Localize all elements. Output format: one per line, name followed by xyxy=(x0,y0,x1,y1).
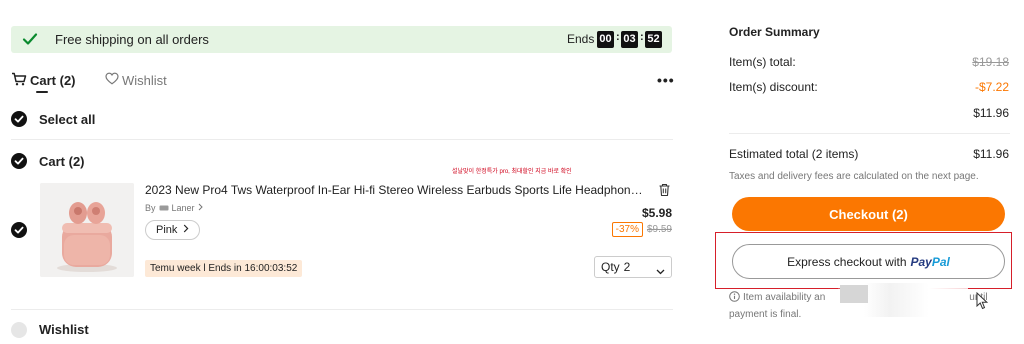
select-all-checkbox[interactable] xyxy=(11,111,27,127)
timer-separator: : xyxy=(616,31,620,43)
discount-badge: -37% xyxy=(611,222,643,237)
original-price: $9.59 xyxy=(646,224,672,235)
divider xyxy=(11,139,673,140)
variant-label: Pink xyxy=(156,224,178,236)
variant-selector[interactable]: Pink xyxy=(145,220,201,240)
promo-tag: Temu week l Ends in 16:00:03:52 xyxy=(145,260,303,277)
tab-cart[interactable]: Cart (2) xyxy=(11,72,76,93)
tab-active-indicator xyxy=(36,91,48,93)
seller-prefix: By xyxy=(145,203,156,213)
divider xyxy=(11,309,673,310)
item-total-label: Item(s) total: xyxy=(729,55,796,69)
timer-minutes: 03 xyxy=(621,31,638,48)
product-title[interactable]: 2023 New Pro4 Tws Waterproof In-Ear Hi-f… xyxy=(145,183,648,197)
checkout-button[interactable]: Checkout (2) xyxy=(732,197,1005,231)
info-icon xyxy=(729,291,740,307)
cursor-icon xyxy=(976,291,989,315)
blurred-overlay xyxy=(840,285,868,303)
seller-name: Laner xyxy=(171,203,195,213)
order-summary-title: Order Summary xyxy=(729,25,820,39)
discount-row: -37% $9.59 xyxy=(611,222,672,237)
item-discount-label: Item(s) discount: xyxy=(729,80,818,94)
check-icon xyxy=(22,32,38,51)
product-checkbox[interactable] xyxy=(11,222,27,238)
chevron-down-icon xyxy=(656,264,665,278)
chevron-right-icon xyxy=(183,224,189,236)
cart-tabs: Cart (2) Wishlist ••• xyxy=(11,70,675,93)
qty-value: 2 xyxy=(623,260,631,274)
timer-seconds: 52 xyxy=(645,31,662,48)
trash-icon[interactable] xyxy=(658,183,671,202)
wishlist-section-label: Wishlist xyxy=(39,322,89,337)
more-icon[interactable]: ••• xyxy=(657,72,675,88)
subtotal-value: $11.96 xyxy=(973,106,1009,120)
tax-note: Taxes and delivery fees are calculated o… xyxy=(729,171,979,182)
wishlist-section-checkbox[interactable] xyxy=(11,322,27,338)
promo-banner-text: 설날맞이 한정특가 pro, 최대할인 지금 바로 확인 xyxy=(452,169,572,175)
free-shipping-banner: Free shipping on all orders Ends in 00 :… xyxy=(11,26,672,53)
item-total-value: $19.18 xyxy=(972,55,1009,69)
cart-section-label: Cart (2) xyxy=(39,154,85,169)
estimated-total-value: $11.96 xyxy=(973,147,1009,161)
seller-link[interactable]: By Laner xyxy=(145,203,203,213)
quantity-select[interactable]: Qty 2 xyxy=(594,256,672,278)
cart-icon xyxy=(11,72,27,89)
item-discount-value: -$7.22 xyxy=(974,80,1009,94)
cart-section-checkbox[interactable] xyxy=(11,153,27,169)
select-all-label[interactable]: Select all xyxy=(39,112,95,127)
product-price: $5.98 xyxy=(641,206,672,220)
express-label: Express checkout with xyxy=(787,254,907,269)
paypal-express-button[interactable]: Express checkout with PayPal xyxy=(732,244,1005,279)
tab-wishlist-label: Wishlist xyxy=(122,72,167,88)
timer-separator: : xyxy=(640,31,644,43)
paypal-logo: PayPal xyxy=(910,254,950,269)
estimated-total-label: Estimated total (2 items) xyxy=(729,147,859,161)
tab-cart-label: Cart (2) xyxy=(30,73,76,88)
store-icon xyxy=(159,203,169,213)
qty-label: Qty xyxy=(601,260,620,274)
divider xyxy=(729,133,1010,134)
chevron-right-icon xyxy=(198,203,203,213)
heart-icon xyxy=(105,72,119,88)
product-image[interactable] xyxy=(40,183,134,277)
free-shipping-text: Free shipping on all orders xyxy=(55,32,209,47)
timer-hours: 00 xyxy=(597,31,614,48)
tab-wishlist[interactable]: Wishlist xyxy=(105,72,167,88)
